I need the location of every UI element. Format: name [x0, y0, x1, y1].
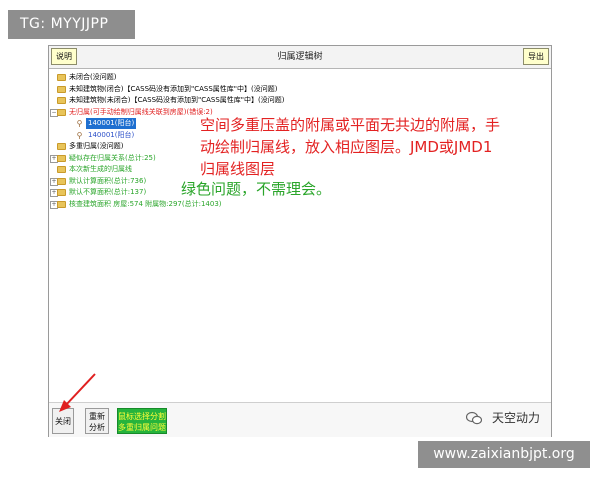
watermark: www.zaixianbjpt.org: [418, 441, 590, 468]
annotation-line-3: 归属线图层: [200, 160, 276, 178]
person-icon: ⚲: [76, 130, 83, 140]
title-bar: 归属逻辑树 说明 导出: [49, 46, 551, 69]
green-note: 绿色问题，不需理会。: [181, 180, 332, 198]
wechat-icon: [466, 411, 482, 425]
export-button[interactable]: 导出: [523, 48, 549, 65]
folder-icon: [57, 177, 66, 185]
tree-node-check-area[interactable]: + 核查建筑面积 房屋:574 附属物:297(总计:1403): [50, 199, 543, 211]
folder-icon: [57, 97, 66, 104]
split-label-2: 多重归属问题: [118, 423, 166, 432]
folder-icon: [57, 74, 66, 81]
tree-node-label: 未知建筑物(未闭合)【CASS码没有添加到"CASS属性库"中】(没问题): [69, 96, 285, 104]
tree-node-label: 疑似存在归属关系(总计:25): [69, 153, 156, 162]
tg-tag: TG: MYYJJPP: [8, 10, 135, 39]
folder-icon: [57, 143, 66, 150]
tree-node-unknown-closed[interactable]: 未知建筑物(闭合)【CASS码没有添加到"CASS属性库"中】(没问题): [53, 84, 543, 96]
tree-node-label: 140001(阳台): [88, 130, 135, 139]
annotation-line-2: 动绘制归属线，放入相应图层。JMD或JMD1: [200, 138, 493, 156]
annotation-note: 空间多重压盖的附属或平面无共边的附属，手 动绘制归属线，放入相应图层。JMD或J…: [200, 114, 560, 180]
tree-node-unclosed[interactable]: 未闭合(没问题): [53, 72, 543, 84]
folder-icon: [57, 166, 66, 173]
tree-node-label: 本次新生成的归属线: [69, 165, 132, 173]
tree-node-label: 多重归属(没问题): [69, 142, 124, 150]
person-icon: ⚲: [76, 119, 83, 128]
folder-icon: [57, 85, 66, 93]
folder-icon: [57, 189, 66, 196]
wechat-account-name: 天空动力: [492, 411, 541, 425]
tree-node-label: 未知建筑物(闭合)【CASS码没有添加到"CASS属性库"中】(没问题): [69, 84, 278, 93]
folder-icon: [57, 200, 66, 208]
reanalyze-label-2: 分析: [89, 423, 105, 432]
tree-node-label: 默认不算面积(总计:137): [69, 188, 147, 196]
folder-icon: [57, 154, 66, 162]
tree-node-label: 140001(阳台): [86, 118, 137, 129]
tree-node-label: 默认计算面积(总计:736): [69, 176, 147, 185]
tree-node-label: 无归属(可手动绘制归属线关联到房屋)(错误:2): [69, 107, 213, 116]
tree-node-unknown-unclosed[interactable]: 未知建筑物(未闭合)【CASS码没有添加到"CASS属性库"中】(没问题): [53, 95, 543, 107]
split-label-1: 鼠标选择分割: [118, 412, 166, 421]
window-title: 归属逻辑树: [277, 52, 323, 62]
red-arrow-icon: [59, 373, 96, 412]
help-button[interactable]: 说明: [51, 48, 77, 65]
folder-icon: [57, 108, 66, 116]
tree-node-label: 核查建筑面积 房屋:574 附属物:297(总计:1403): [69, 199, 222, 208]
logic-tree-window: 归属逻辑树 说明 导出 未闭合(没问题) 未知建筑物(闭合)【CASS码没有添加…: [48, 45, 552, 437]
tree-node-label: 未闭合(没问题): [69, 73, 117, 81]
annotation-line-1: 空间多重压盖的附属或平面无共边的附属，手: [200, 116, 501, 134]
split-multi-owner-button[interactable]: 鼠标选择分割 多重归属问题: [117, 408, 167, 434]
